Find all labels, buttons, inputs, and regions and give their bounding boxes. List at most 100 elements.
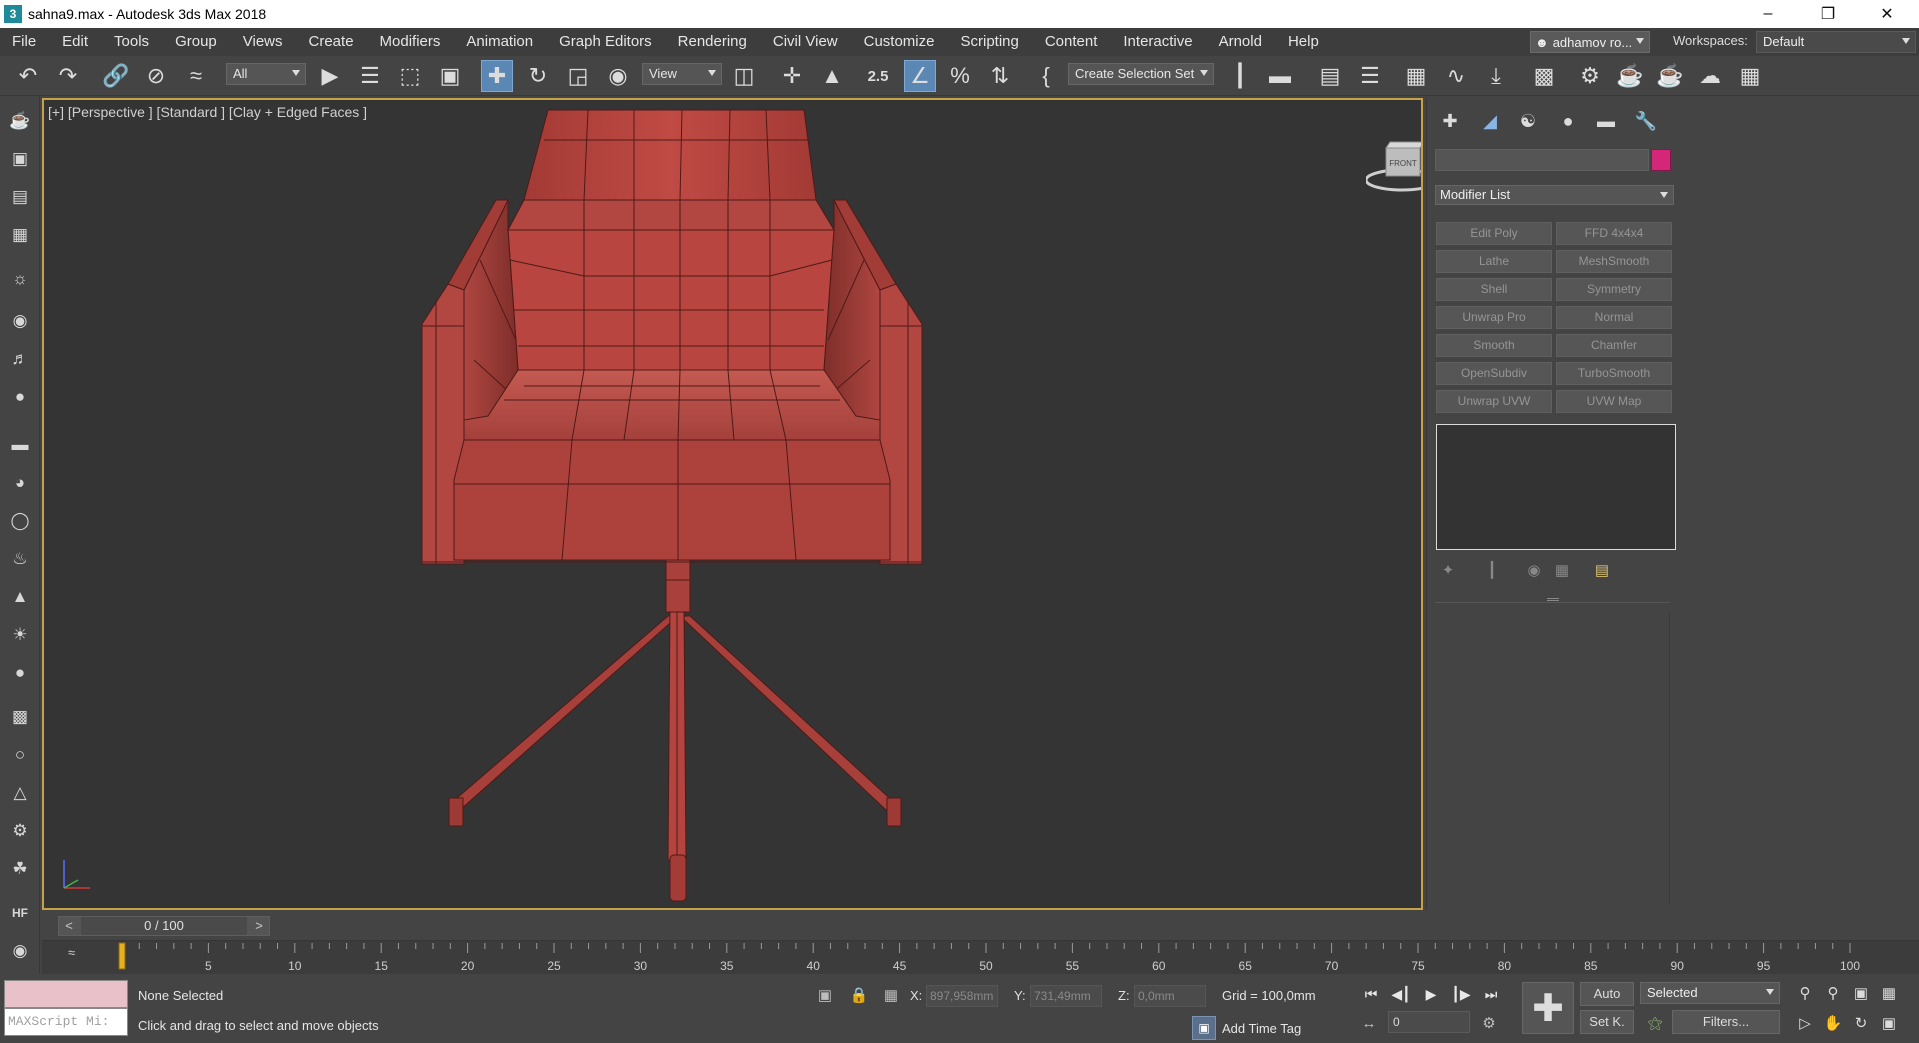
- sheet-icon[interactable]: ▤: [7, 184, 33, 210]
- keyboard-shortcut-icon[interactable]: ▲: [816, 60, 848, 92]
- show-end-result-icon[interactable]: ┃: [1481, 559, 1503, 581]
- layer-explorer-icon[interactable]: ☰: [1354, 60, 1386, 92]
- isolate-selection-icon[interactable]: ▣: [814, 984, 836, 1006]
- hierarchy-tab[interactable]: ☯: [1515, 108, 1541, 134]
- sphere-half-icon[interactable]: ◕: [7, 470, 33, 496]
- close-button[interactable]: ✕: [1864, 0, 1910, 28]
- auto-key-button[interactable]: Auto: [1580, 982, 1634, 1006]
- bind-space-warp-icon[interactable]: ≈: [180, 60, 212, 92]
- menu-scripting[interactable]: Scripting: [947, 28, 1031, 56]
- timeline-ruler[interactable]: 5 10 15 20 25 30 35 40 45 50 55 60 65 70 75 80 85 90 95 100: [42, 941, 1919, 975]
- snail-icon[interactable]: ◉: [7, 938, 33, 964]
- restore-button[interactable]: ❐: [1805, 0, 1851, 28]
- pivot-icon[interactable]: ◫: [728, 60, 760, 92]
- zoom-extents-all-icon[interactable]: ▦: [1878, 982, 1900, 1004]
- reference-coord-dropdown[interactable]: View: [642, 63, 722, 85]
- perspective-viewport[interactable]: [+] [Perspective ] [Standard ] [Clay + E…: [42, 98, 1423, 910]
- zoom-icon[interactable]: ⚲: [1794, 982, 1816, 1004]
- selection-filter-dropdown[interactable]: All: [226, 63, 306, 85]
- pin-stack-icon[interactable]: ✦: [1437, 559, 1459, 581]
- track-bar[interactable]: ≈ 5 10 15 20 25 30 35 40 45 50 55 60 65 70 75 80 85 90 95 1…: [42, 940, 1919, 974]
- motion-tab[interactable]: ●: [1555, 108, 1581, 134]
- orbit-icon[interactable]: ↻: [1850, 1012, 1872, 1034]
- plant-icon[interactable]: ☘: [7, 856, 33, 882]
- sound-icon[interactable]: ♬: [7, 346, 33, 372]
- modifier-stack[interactable]: [1436, 424, 1676, 550]
- teapot-alt-icon[interactable]: ♨: [7, 546, 33, 572]
- align-icon[interactable]: ▬: [1264, 60, 1296, 92]
- named-selection-dropdown[interactable]: Create Selection Set: [1068, 63, 1214, 85]
- modifier-turbosmooth-button[interactable]: TurboSmooth: [1556, 362, 1672, 385]
- render-setup-icon[interactable]: ⚙: [1574, 60, 1606, 92]
- menu-customize[interactable]: Customize: [851, 28, 948, 56]
- redo-icon[interactable]: ↷: [52, 60, 84, 92]
- minimize-button[interactable]: –: [1745, 0, 1791, 28]
- modifier-shell-button[interactable]: Shell: [1436, 278, 1552, 301]
- camera-icon[interactable]: ◉: [7, 308, 33, 334]
- undo-icon[interactable]: ↶: [12, 60, 44, 92]
- spinner-snap-icon[interactable]: ⇅: [984, 60, 1016, 92]
- current-frame-marker[interactable]: [118, 942, 126, 970]
- joint-icon[interactable]: ○: [7, 742, 33, 768]
- hatch-icon[interactable]: ▩: [7, 704, 33, 730]
- plane-icon[interactable]: ▬: [7, 432, 33, 458]
- modify-tab[interactable]: ◢: [1477, 108, 1503, 134]
- modifier-list-dropdown[interactable]: Modifier List: [1435, 185, 1674, 205]
- curve-editor-icon[interactable]: ∿: [1440, 60, 1472, 92]
- z-coordinate-field[interactable]: 0,0mm: [1134, 985, 1206, 1007]
- rendered-frame-icon[interactable]: ☕: [1614, 60, 1646, 92]
- helper-icon[interactable]: △: [7, 780, 33, 806]
- configure-modifier-sets-icon[interactable]: ▤: [1591, 559, 1613, 581]
- previous-key-icon[interactable]: ◀┃: [1388, 982, 1414, 1006]
- menu-create[interactable]: Create: [296, 28, 367, 56]
- select-rotate-icon[interactable]: ↻: [522, 60, 554, 92]
- menu-views[interactable]: Views: [230, 28, 296, 56]
- modifier-lathe-button[interactable]: Lathe: [1436, 250, 1552, 273]
- create-tab[interactable]: ✚: [1437, 108, 1463, 134]
- time-slider-label[interactable]: 0 / 100: [81, 917, 247, 935]
- select-manipulate-icon[interactable]: ✛: [776, 60, 808, 92]
- video-icon[interactable]: ●: [7, 384, 33, 410]
- maxscript-mini-listener[interactable]: MAXScript Mi:: [4, 1008, 128, 1036]
- snaps-toggle-icon[interactable]: 2.5: [862, 60, 894, 92]
- modifier-chamfer-button[interactable]: Chamfer: [1556, 334, 1672, 357]
- modifier-unwrap-uvw-button[interactable]: Unwrap UVW: [1436, 390, 1552, 413]
- modifier-opensubdiv-button[interactable]: OpenSubdiv: [1436, 362, 1552, 385]
- cone-icon[interactable]: ▲: [7, 584, 33, 610]
- current-frame-field[interactable]: 0: [1388, 1011, 1470, 1033]
- account-dropdown[interactable]: ☻ adhamov ro...: [1530, 31, 1650, 53]
- menu-rendering[interactable]: Rendering: [665, 28, 760, 56]
- key-mode-icon[interactable]: ↔: [1358, 1012, 1380, 1034]
- selection-lock-icon[interactable]: 🔒: [848, 984, 870, 1006]
- material-editor-icon[interactable]: ▩: [1528, 60, 1560, 92]
- ribbon-icon[interactable]: ▦: [1400, 60, 1432, 92]
- modifier-edit-poly-button[interactable]: Edit Poly: [1436, 222, 1552, 245]
- workspace-dropdown[interactable]: Default: [1756, 31, 1916, 53]
- select-object-icon[interactable]: ▶: [314, 60, 346, 92]
- select-by-name-icon[interactable]: ☰: [354, 60, 386, 92]
- window-crossing-icon[interactable]: ▣: [434, 60, 466, 92]
- modifier-unwrap-pro-button[interactable]: Unwrap Pro: [1436, 306, 1552, 329]
- absolute-mode-icon[interactable]: ▦: [880, 984, 902, 1006]
- viewcube-widget[interactable]: FRONT: [1366, 136, 1423, 196]
- go-to-start-icon[interactable]: ⏮: [1358, 982, 1384, 1006]
- prev-frame-button[interactable]: <: [59, 917, 79, 935]
- sun-icon[interactable]: ☀: [7, 622, 33, 648]
- teapot-icon[interactable]: ☕: [7, 108, 33, 134]
- menu-group[interactable]: Group: [162, 28, 230, 56]
- zoom-all-icon[interactable]: ⚲: [1822, 982, 1844, 1004]
- modifier-normal-button[interactable]: Normal: [1556, 306, 1672, 329]
- menu-edit[interactable]: Edit: [49, 28, 101, 56]
- display-tab[interactable]: ▬: [1593, 108, 1619, 134]
- menu-help[interactable]: Help: [1275, 28, 1332, 56]
- make-unique-icon[interactable]: ◉: [1523, 559, 1545, 581]
- remove-modifier-icon[interactable]: ▦: [1551, 559, 1573, 581]
- zoom-extents-icon[interactable]: ▣: [1850, 982, 1872, 1004]
- light-bulb-icon[interactable]: ☼: [7, 266, 33, 292]
- menu-civil-view[interactable]: Civil View: [760, 28, 851, 56]
- schematic-view-icon[interactable]: ⤓: [1480, 60, 1512, 92]
- gear-globe-icon[interactable]: ⚙: [7, 818, 33, 844]
- time-config-icon[interactable]: ⚙: [1478, 1012, 1500, 1034]
- modifier-ffd-button[interactable]: FFD 4x4x4: [1556, 222, 1672, 245]
- key-selection-dropdown[interactable]: Selected: [1640, 982, 1780, 1004]
